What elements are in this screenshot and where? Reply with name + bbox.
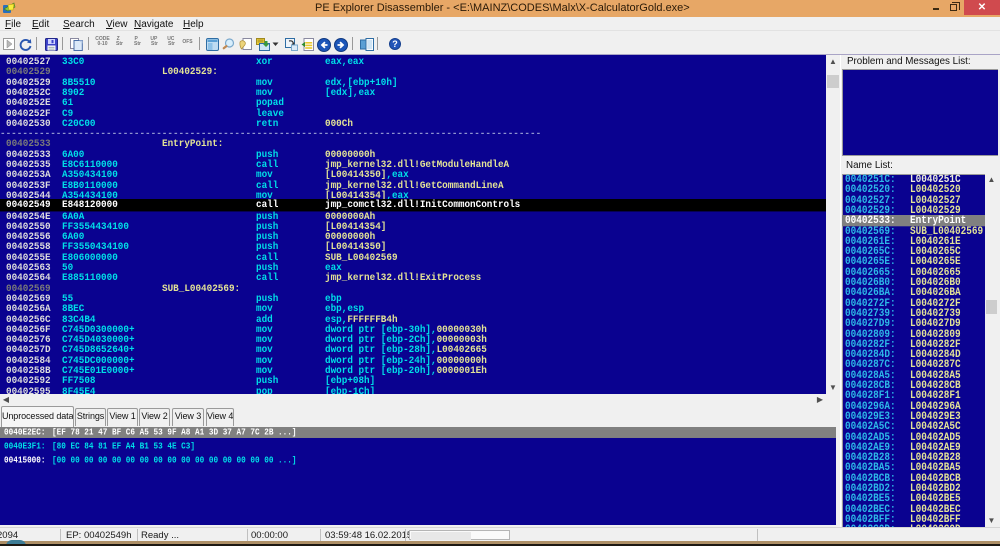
svg-text:?: ? <box>392 39 398 49</box>
